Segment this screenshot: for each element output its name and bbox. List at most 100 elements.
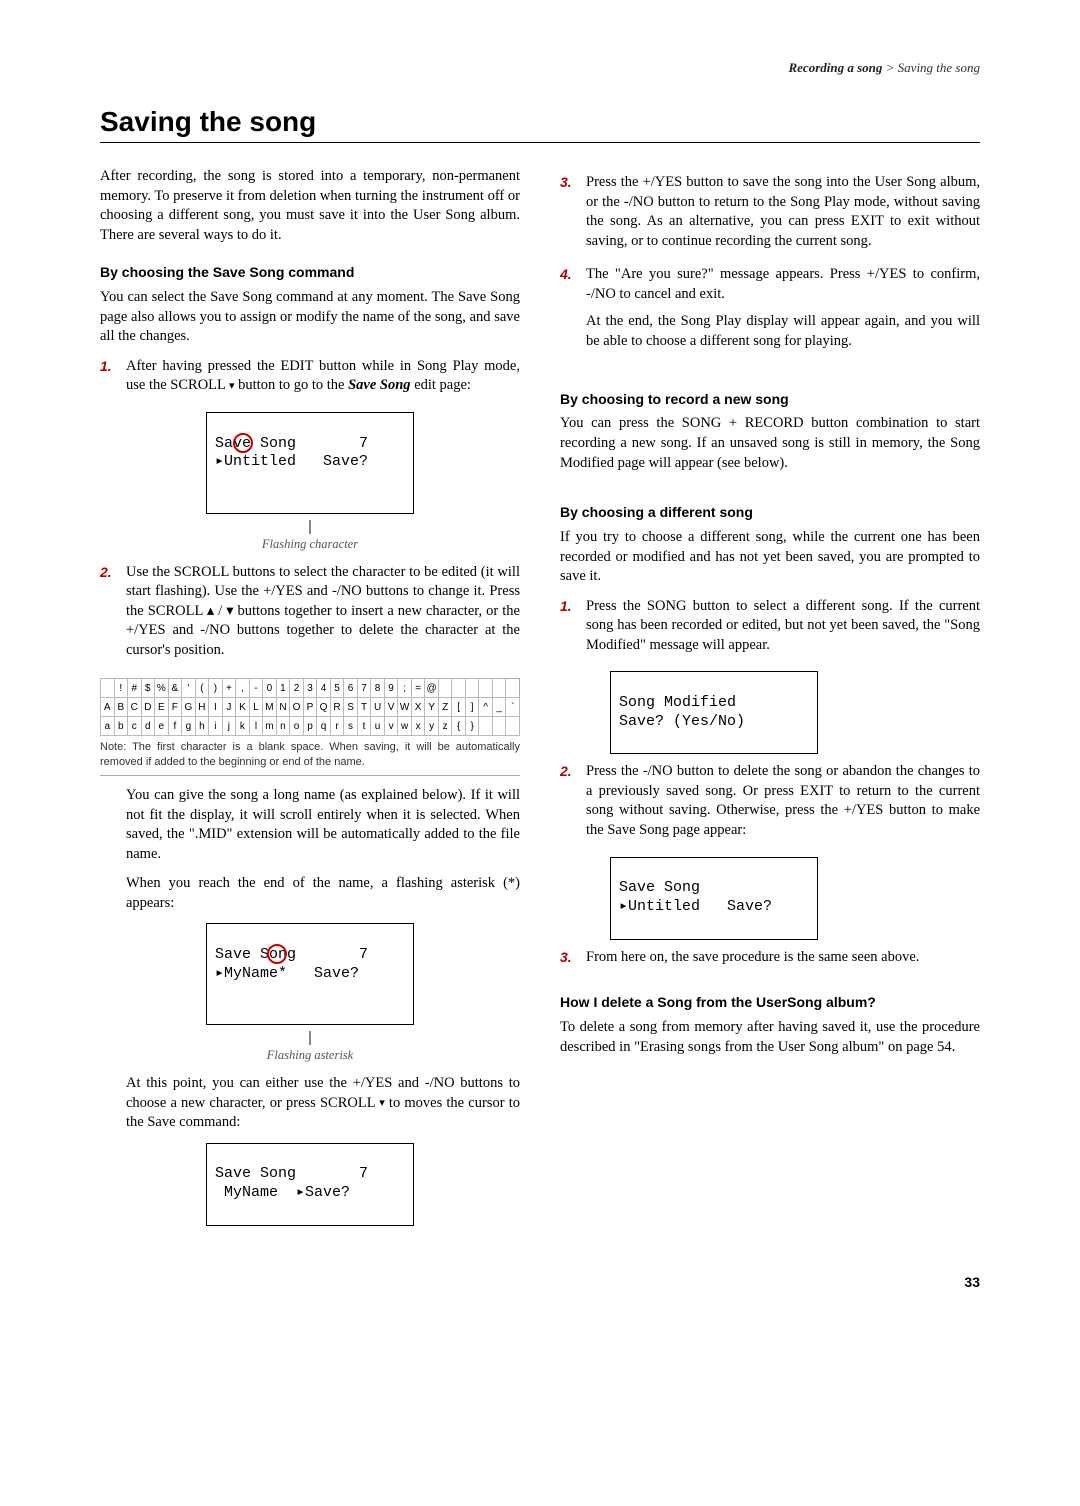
char-cell: e bbox=[155, 717, 169, 736]
char-cell: ' bbox=[182, 679, 196, 698]
char-cell: 3 bbox=[303, 679, 317, 698]
char-cell: # bbox=[128, 679, 142, 698]
char-cell: Z bbox=[438, 698, 452, 717]
lcd-display-3: Save Song 7 MyName ▸Save? bbox=[206, 1143, 414, 1226]
char-cell: B bbox=[114, 698, 128, 717]
char-cell: w bbox=[398, 717, 412, 736]
char-cell: s bbox=[344, 717, 358, 736]
char-cell: H bbox=[195, 698, 209, 717]
step-number: 1. bbox=[560, 597, 586, 664]
longname-text: You can give the song a long name (as ex… bbox=[126, 786, 520, 864]
right-step-3: 3. Press the +/YES button to save the so… bbox=[560, 173, 980, 259]
char-cell: 5 bbox=[330, 679, 344, 698]
breadcrumb-page: Saving the song bbox=[898, 60, 980, 75]
char-cell: ! bbox=[114, 679, 128, 698]
char-cell: a bbox=[101, 717, 115, 736]
char-cell: T bbox=[357, 698, 371, 717]
char-cell: i bbox=[209, 717, 223, 736]
char-cell bbox=[479, 717, 493, 736]
step1-text: After having pressed the EDIT button whi… bbox=[126, 357, 520, 396]
char-cell bbox=[465, 679, 479, 698]
char-cell: F bbox=[168, 698, 182, 717]
char-cell: L bbox=[249, 698, 263, 717]
diff-step-3: 3. From here on, the save procedure is t… bbox=[560, 948, 980, 976]
char-cell: Y bbox=[425, 698, 439, 717]
save-cmd-text: You can select the Save Song command at … bbox=[100, 288, 520, 347]
char-cell: x bbox=[411, 717, 425, 736]
step3-text: Press the +/YES button to save the song … bbox=[586, 173, 980, 251]
char-cell: D bbox=[141, 698, 155, 717]
diff1-text: Press the SONG button to select a differ… bbox=[586, 597, 980, 656]
char-cell: { bbox=[452, 717, 466, 736]
char-cell: o bbox=[290, 717, 304, 736]
char-cell: l bbox=[249, 717, 263, 736]
lcd2-caption: Flashing asterisk bbox=[205, 1047, 415, 1064]
step-number: 3. bbox=[560, 948, 586, 976]
char-cell: r bbox=[330, 717, 344, 736]
breadcrumb-section: Recording a song bbox=[788, 60, 882, 75]
diff-step-2: 2. Press the -/NO button to delete the s… bbox=[560, 762, 980, 848]
char-cell: & bbox=[168, 679, 182, 698]
step2-text: Use the SCROLL buttons to select the cha… bbox=[126, 563, 520, 661]
char-cell: [ bbox=[452, 698, 466, 717]
char-cell bbox=[452, 679, 466, 698]
lcd-display-1: Save Song 7 ▸Untitled Save? bbox=[206, 412, 414, 514]
char-cell: N bbox=[276, 698, 290, 717]
char-cell: K bbox=[236, 698, 250, 717]
char-cell: ( bbox=[195, 679, 209, 698]
char-cell: Q bbox=[317, 698, 331, 717]
char-cell: J bbox=[222, 698, 236, 717]
char-cell: 7 bbox=[357, 679, 371, 698]
heading-save-cmd: By choosing the Save Song command bbox=[100, 263, 520, 282]
right-column: 3. Press the +/YES button to save the so… bbox=[560, 167, 980, 1234]
diff-song-text: If you try to choose a different song, w… bbox=[560, 528, 980, 587]
char-cell: , bbox=[236, 679, 250, 698]
char-cell: X bbox=[411, 698, 425, 717]
char-cell bbox=[492, 717, 506, 736]
char-table-note: Note: The first character is a blank spa… bbox=[100, 740, 520, 776]
step-number: 3. bbox=[560, 173, 586, 259]
heading-delete-song: How I delete a Song from the UserSong al… bbox=[560, 993, 980, 1012]
char-cell: E bbox=[155, 698, 169, 717]
right-step-4: 4. The "Are you sure?" message appears. … bbox=[560, 265, 980, 359]
page-number: 33 bbox=[100, 1274, 980, 1290]
char-cell: 9 bbox=[384, 679, 398, 698]
char-cell: f bbox=[168, 717, 182, 736]
char-cell: ^ bbox=[479, 698, 493, 717]
intro-text: After recording, the song is stored into… bbox=[100, 167, 520, 245]
document-page: Recording a song > Saving the song Savin… bbox=[0, 0, 1080, 1330]
left-column: After recording, the song is stored into… bbox=[100, 167, 520, 1234]
character-table: !#$%&'()+,-0123456789;=@ ABCDEFGHIJKLMNO… bbox=[100, 678, 520, 736]
char-cell: y bbox=[425, 717, 439, 736]
char-cell: V bbox=[384, 698, 398, 717]
step4a-text: The "Are you sure?" message appears. Pre… bbox=[586, 265, 980, 304]
char-cell: k bbox=[236, 717, 250, 736]
char-cell: W bbox=[398, 698, 412, 717]
char-cell: $ bbox=[141, 679, 155, 698]
char-cell: + bbox=[222, 679, 236, 698]
left-step-1: 1. After having pressed the EDIT button … bbox=[100, 357, 520, 404]
char-cell: b bbox=[114, 717, 128, 736]
char-cell: 1 bbox=[276, 679, 290, 698]
delete-song-text: To delete a song from memory after havin… bbox=[560, 1018, 980, 1057]
char-cell: R bbox=[330, 698, 344, 717]
lcd-display-5: Save Song ▸Untitled Save? bbox=[610, 857, 818, 940]
pointer-line bbox=[309, 1031, 311, 1045]
char-cell: 6 bbox=[344, 679, 358, 698]
char-cell: z bbox=[438, 717, 452, 736]
char-cell: C bbox=[128, 698, 142, 717]
char-cell: m bbox=[263, 717, 277, 736]
char-cell: S bbox=[344, 698, 358, 717]
char-cell: p bbox=[303, 717, 317, 736]
page-title: Saving the song bbox=[100, 106, 980, 143]
record-new-text: You can press the SONG + RECORD button c… bbox=[560, 414, 980, 473]
char-cell: % bbox=[155, 679, 169, 698]
step-number: 2. bbox=[560, 762, 586, 848]
diff3-text: From here on, the save procedure is the … bbox=[586, 948, 980, 968]
char-cell: M bbox=[263, 698, 277, 717]
char-cell: } bbox=[465, 717, 479, 736]
step-number: 2. bbox=[100, 563, 126, 669]
char-cell: n bbox=[276, 717, 290, 736]
heading-diff-song: By choosing a different song bbox=[560, 503, 980, 522]
left-step-2: 2. Use the SCROLL buttons to select the … bbox=[100, 563, 520, 669]
